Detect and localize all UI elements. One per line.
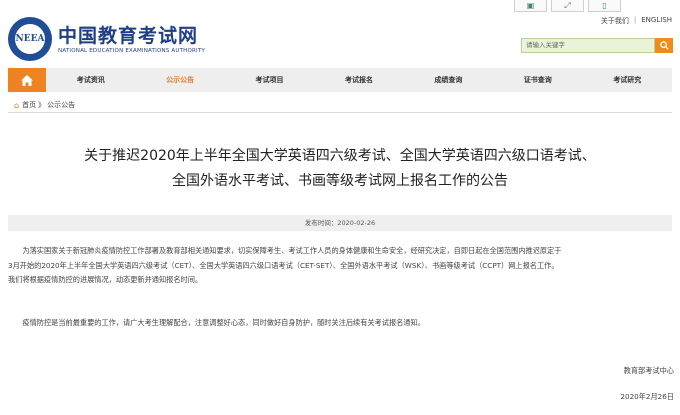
nav-item-certificates[interactable]: 证书查询 bbox=[493, 68, 582, 92]
nav-item-announcements[interactable]: 公示公告 bbox=[135, 68, 224, 92]
paragraph-line: 我们将根据疫情防控的进展情况，动态更新并通知报名时间。 bbox=[8, 275, 203, 284]
breadcrumb-home[interactable]: 首页 bbox=[22, 100, 36, 110]
signature: 教育部考试中心 bbox=[623, 366, 674, 375]
about-link[interactable]: 关于我们 bbox=[601, 16, 629, 26]
top-icon-bar: ▣ ⤢ ▯ bbox=[514, 0, 680, 12]
paragraph-line: 为落实国家关于新冠肺炎疫情防控工作部署及教育部相关通知要求，切实保障考生、考试工… bbox=[22, 246, 562, 255]
logo-title-cn: 中国教育考试网 bbox=[58, 24, 199, 47]
signature-date: 2020年2月26日 bbox=[620, 392, 674, 401]
gift-icon-button[interactable]: ▣ bbox=[514, 0, 547, 12]
logo-title-en: NATIONAL EDUCATION EXAMINATIONS AUTHORIT… bbox=[58, 47, 205, 54]
logo-emblem: NEEA bbox=[8, 17, 52, 61]
nav-item-exams[interactable]: 考试项目 bbox=[225, 68, 314, 92]
expand-icon: ⤢ bbox=[564, 0, 571, 10]
logo-emblem-text: NEEA bbox=[15, 24, 45, 54]
paragraph: 疫情防控是当前最重要的工作，请广大考生理解配合，注意调整好心态，同时做好自身防护… bbox=[22, 318, 425, 327]
main-nav: 考试资讯 公示公告 考试项目 考试报名 成绩查询 证书查询 考试研究 bbox=[8, 68, 672, 92]
expand-icon-button[interactable]: ⤢ bbox=[551, 0, 584, 12]
nav-item-scores[interactable]: 成绩查询 bbox=[404, 68, 493, 92]
search-button[interactable] bbox=[655, 38, 673, 53]
mobile-icon: ▯ bbox=[602, 0, 607, 10]
nav-item-research[interactable]: 考试研究 bbox=[583, 68, 672, 92]
paragraph-line: 3月开始的2020年上半年全国大学英语四六级考试（CET）、全国大学英语四六级口… bbox=[8, 260, 559, 270]
title-line: 关于推迟2020年上半年全国大学英语四六级考试、全国大学英语四六级口语考试、 bbox=[84, 148, 596, 164]
search-box: 请输入关键字 bbox=[521, 38, 673, 53]
article-body: 为落实国家关于新冠肺炎疫情防控工作部署及教育部相关通知要求，切实保障考生、考试工… bbox=[8, 244, 672, 288]
english-link[interactable]: ENGLISH bbox=[641, 16, 672, 26]
search-icon bbox=[659, 41, 669, 50]
divider bbox=[8, 112, 672, 113]
divider: | bbox=[633, 16, 637, 24]
breadcrumb-separator: 》 bbox=[38, 101, 46, 109]
title-line: 全国外语水平考试、书画等级考试网上报名工作的公告 bbox=[172, 173, 508, 189]
publish-time: 发布时间：2020-02-26 bbox=[8, 215, 672, 231]
search-input[interactable]: 请输入关键字 bbox=[521, 38, 655, 53]
mobile-icon-button[interactable]: ▯ bbox=[588, 0, 621, 12]
breadcrumb-current[interactable]: 公示公告 bbox=[47, 100, 75, 110]
nav-item-registration[interactable]: 考试报名 bbox=[314, 68, 403, 92]
nav-home-button[interactable] bbox=[8, 68, 46, 92]
page-title: 关于推迟2020年上半年全国大学英语四六级考试、全国大学英语四六级口语考试、 全… bbox=[30, 144, 650, 194]
nav-item-news[interactable]: 考试资讯 bbox=[46, 68, 135, 92]
breadcrumb: ⌂ 首页 》 公示公告 bbox=[14, 100, 75, 110]
top-links: 关于我们 | ENGLISH bbox=[601, 16, 672, 26]
home-icon: ⌂ bbox=[14, 100, 20, 110]
gift-icon: ▣ bbox=[526, 0, 535, 10]
home-icon bbox=[21, 74, 33, 86]
site-logo[interactable]: NEEA 中国教育考试网 NATIONAL EDUCATION EXAMINAT… bbox=[8, 17, 205, 61]
